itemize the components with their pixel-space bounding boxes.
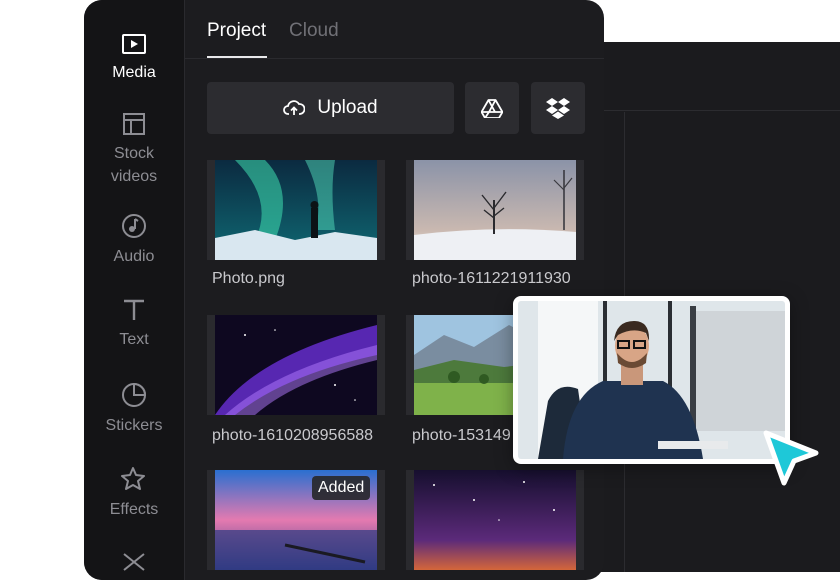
media-label: photo-1611221911930 bbox=[412, 270, 571, 287]
media-label: photo-1610208956588 bbox=[212, 427, 374, 444]
sidebar-item-media[interactable]: Media bbox=[84, 33, 184, 84]
sidebar-item-transitions[interactable] bbox=[84, 552, 184, 578]
tab-divider bbox=[184, 58, 604, 59]
media-thumbnail[interactable] bbox=[406, 470, 584, 570]
dropbox-button[interactable] bbox=[531, 82, 585, 134]
webcam-overlay bbox=[513, 296, 790, 464]
media-thumbnail[interactable] bbox=[207, 160, 385, 260]
sidebar-item-label: Text bbox=[119, 331, 149, 348]
sticker-icon bbox=[122, 382, 147, 407]
cloud-upload-icon bbox=[283, 100, 306, 115]
media-label: Photo.png bbox=[212, 270, 285, 287]
sparkle-icon bbox=[121, 467, 145, 490]
sidebar-item-label: Stickers bbox=[105, 417, 163, 434]
starry-sky-photo bbox=[414, 470, 576, 570]
webcam-man-at-computer bbox=[518, 301, 785, 459]
tab-cloud[interactable]: Cloud bbox=[289, 20, 339, 42]
upload-label: Upload bbox=[317, 97, 378, 118]
media-thumbnail[interactable] bbox=[406, 160, 584, 260]
sidebar-item-audio[interactable]: Audio bbox=[84, 213, 184, 268]
google-drive-icon bbox=[481, 98, 503, 118]
text-t-icon bbox=[124, 299, 144, 320]
tab-project[interactable]: Project bbox=[207, 20, 266, 42]
sidebar: Media Stock videos Audio Text Stickers E… bbox=[84, 0, 185, 580]
media-thumbnail[interactable] bbox=[207, 315, 385, 415]
transition-icon bbox=[123, 553, 145, 571]
purple-nebula-photo bbox=[215, 315, 377, 415]
sidebar-item-label: Media bbox=[112, 64, 156, 81]
media-panel: Project Cloud Upload Photo.png photo-161… bbox=[184, 0, 604, 580]
google-drive-button[interactable] bbox=[465, 82, 519, 134]
sidebar-item-effects[interactable]: Effects bbox=[84, 466, 184, 521]
aurora-night-photo bbox=[215, 160, 377, 260]
layout-icon bbox=[123, 113, 145, 135]
sidebar-item-stickers[interactable]: Stickers bbox=[84, 382, 184, 437]
upload-button[interactable]: Upload bbox=[207, 82, 454, 134]
music-note-icon bbox=[122, 214, 146, 238]
sidebar-item-text[interactable]: Text bbox=[84, 298, 184, 351]
media-library-window: Media Stock videos Audio Text Stickers E… bbox=[84, 0, 604, 580]
sidebar-item-label: Audio bbox=[113, 248, 155, 265]
mouse-pointer-icon bbox=[760, 425, 822, 496]
dropbox-icon bbox=[546, 98, 570, 119]
sidebar-item-label: Stock videos bbox=[110, 145, 158, 185]
snowy-tree-photo bbox=[414, 160, 576, 260]
sidebar-item-label: Effects bbox=[109, 501, 159, 518]
added-badge: Added bbox=[312, 476, 371, 500]
play-square-icon bbox=[122, 34, 146, 54]
sidebar-item-stock-videos[interactable]: Stock videos bbox=[84, 112, 184, 188]
media-label: photo-153149 bbox=[412, 427, 511, 444]
